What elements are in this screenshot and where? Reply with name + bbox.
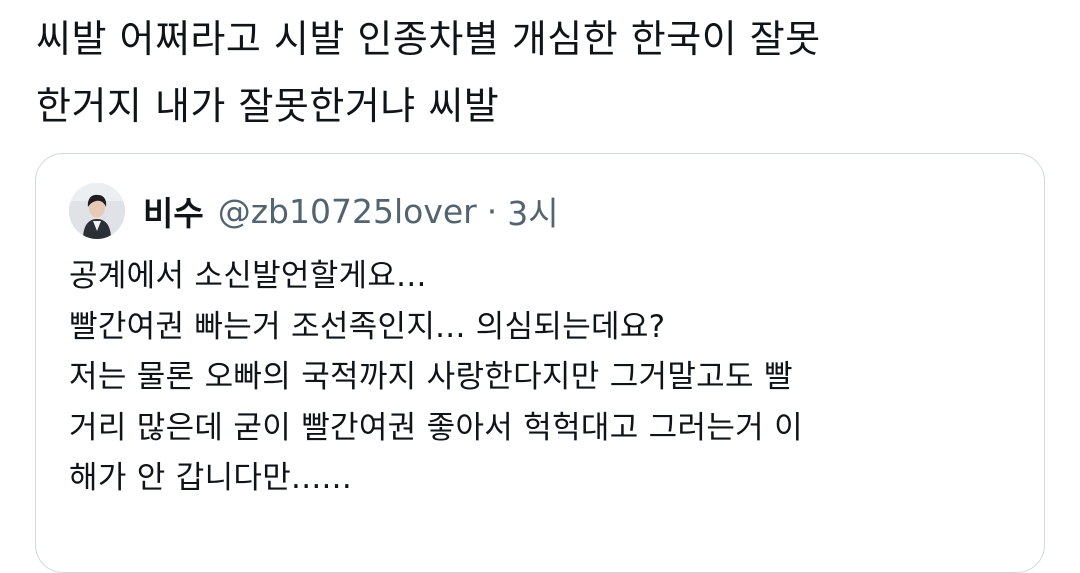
quoted-handle[interactable]: @zb10725lover (218, 192, 477, 231)
quoted-text-line: 거리 많은데 굳이 빨간여권 좋아서 헉헉대고 그러는거 이 (69, 409, 803, 446)
profile-photo-icon (69, 183, 125, 239)
quoted-text-line: 해가 안 갑니다만...... (69, 460, 352, 496)
quoted-tweet-card[interactable]: 비수 @zb10725lover · 3시 공계에서 소신발언할게요... 빨간… (35, 153, 1045, 573)
separator-dot: · (486, 191, 498, 231)
tweet-text: 씨발 어쩌라고 시발 인종차별 개심한 한국이 잘못 한거지 내가 잘못한거냐 … (36, 6, 1046, 140)
tweet-text-line: 씨발 어쩌라고 시발 인종차별 개심한 한국이 잘못 (36, 17, 821, 61)
quoted-text-line: 빨간여권 빠는거 조선족인지... 의심되는데요? (69, 308, 666, 345)
quoted-tweet-text: 공계에서 소신발언할게요... 빨간여권 빠는거 조선족인지... 의심되는데요… (69, 251, 1019, 504)
quoted-text-line: 공계에서 소신발언할게요... (69, 258, 427, 294)
quoted-display-name[interactable]: 비수 (143, 187, 204, 235)
quoted-tweet-header: 비수 @zb10725lover · 3시 (69, 182, 559, 240)
quoted-text-line: 저는 물론 오빠의 국적까지 사랑한다지만 그거말고도 빨 (69, 359, 793, 395)
quoted-timestamp[interactable]: 3시 (507, 187, 558, 235)
avatar[interactable] (69, 183, 125, 239)
tweet-text-line: 한거지 내가 잘못한거냐 씨발 (36, 84, 500, 128)
